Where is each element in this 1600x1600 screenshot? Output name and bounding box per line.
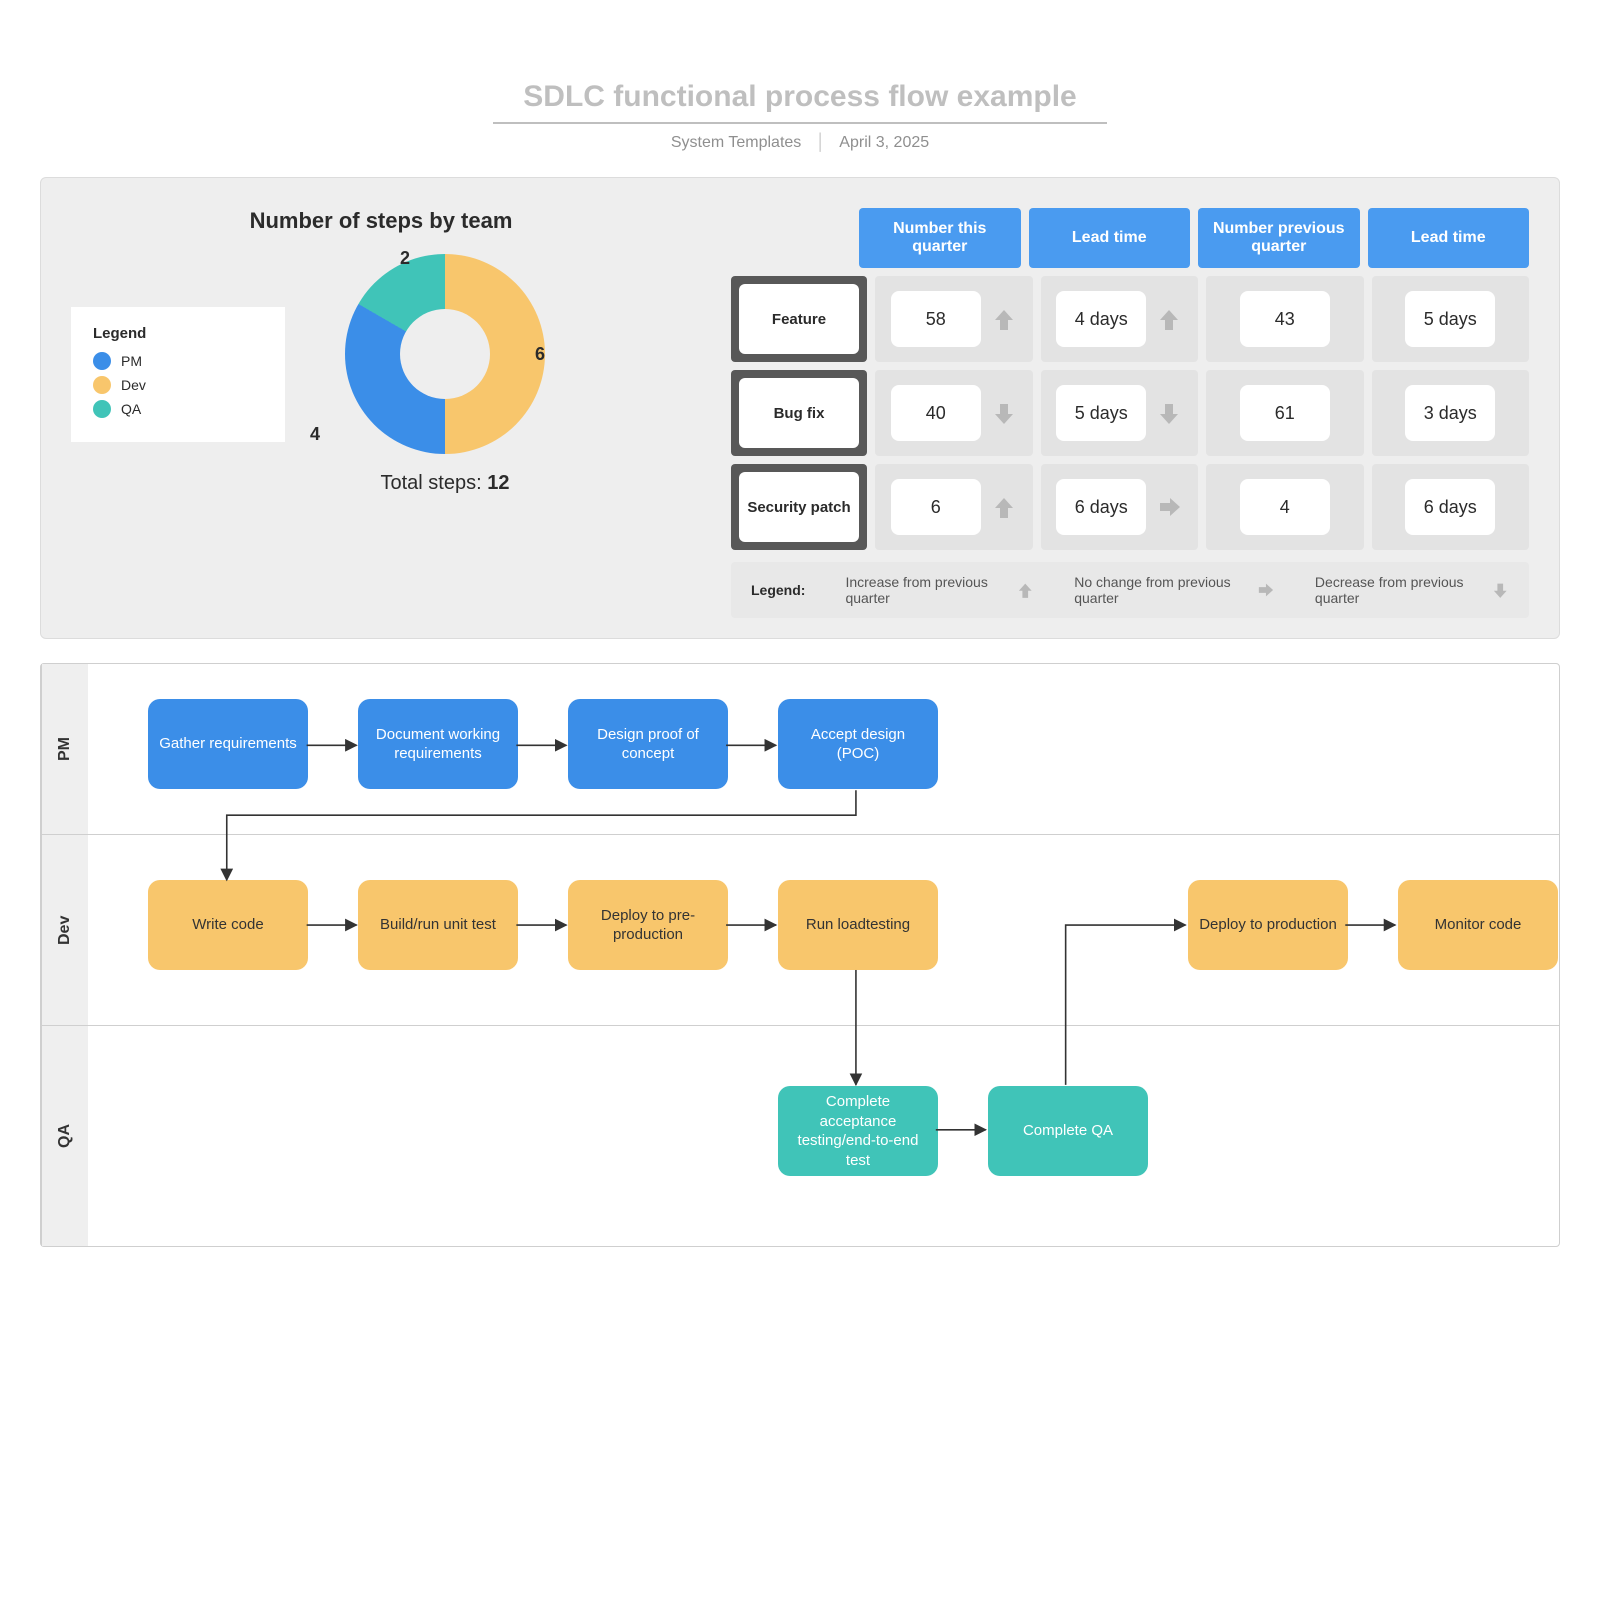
metrics-cell: 58	[875, 276, 1033, 362]
arrow-down-icon	[1156, 400, 1182, 426]
arrow-right-icon	[1256, 579, 1275, 601]
flow-node[interactable]: Design proof of concept	[568, 699, 728, 789]
subtitle-separator: │	[816, 134, 826, 151]
arrow-down-icon	[991, 400, 1017, 426]
metrics-value: 3 days	[1405, 385, 1495, 441]
flow-node[interactable]: Gather requirements	[148, 699, 308, 789]
metrics-rowlabel: Security patch	[739, 472, 859, 542]
metrics-cell: 4	[1206, 464, 1364, 550]
metrics-legend: Legend: Increase from previous quarter N…	[731, 562, 1529, 618]
flow-node[interactable]: Monitor code	[1398, 880, 1558, 970]
legend-swatch	[93, 400, 111, 418]
metrics-value: 43	[1240, 291, 1330, 347]
legend-item: PM	[93, 352, 263, 370]
metrics-value: 4	[1240, 479, 1330, 535]
legend-item: QA	[93, 400, 263, 418]
metrics-header: Number previous quarter	[1198, 208, 1360, 268]
legend-label: QA	[121, 401, 141, 417]
swimlane-diagram: PM Gather requirements Document working r…	[40, 663, 1560, 1247]
flow-node[interactable]: Accept design (POC)	[778, 699, 938, 789]
flow-node[interactable]: Write code	[148, 880, 308, 970]
swimlane-qa: QA Complete acceptance testing/end-to-en…	[41, 1025, 1559, 1246]
donut-section: Number of steps by team Legend PM Dev QA…	[71, 208, 691, 618]
donut-chart: 2 6 4 Total steps: 12	[315, 254, 575, 495]
metrics-value: 5 days	[1405, 291, 1495, 347]
metrics-cell: 6	[875, 464, 1033, 550]
metrics-cell: 6 days	[1372, 464, 1530, 550]
metrics-value: 40	[891, 385, 981, 441]
metrics-legend-item: Decrease from previous quarter	[1315, 574, 1509, 606]
metrics-cell: 40	[875, 370, 1033, 456]
donut-total: Total steps: 12	[315, 472, 575, 495]
metrics-legend-item: Increase from previous quarter	[845, 574, 1034, 606]
legend-item: Dev	[93, 376, 263, 394]
arrow-down-icon	[1491, 579, 1510, 601]
flow-node[interactable]: Run loadtesting	[778, 880, 938, 970]
metrics-value: 61	[1240, 385, 1330, 441]
legend-label: PM	[121, 353, 142, 369]
metrics-legend-item: No change from previous quarter	[1074, 574, 1275, 606]
legend-swatch	[93, 352, 111, 370]
metrics-cell: 5 days	[1041, 370, 1199, 456]
legend-title: Legend	[93, 325, 263, 342]
metrics-cell: 43	[1206, 276, 1364, 362]
donut-title: Number of steps by team	[71, 208, 691, 234]
page-title: SDLC functional process flow example	[493, 80, 1106, 124]
arrow-up-icon	[991, 494, 1017, 520]
flow-node[interactable]: Deploy to production	[1188, 880, 1348, 970]
subtitle-author: System Templates	[671, 134, 801, 151]
metrics-value: 5 days	[1056, 385, 1146, 441]
metrics-rowlabel-wrap: Security patch	[731, 464, 867, 550]
metrics-header: Lead time	[1029, 208, 1191, 268]
title-block: SDLC functional process flow example Sys…	[40, 80, 1560, 152]
donut-value-qa: 2	[400, 248, 410, 269]
subtitle-date: April 3, 2025	[839, 134, 929, 151]
donut-legend: Legend PM Dev QA	[71, 307, 285, 442]
dashboard-panel: Number of steps by team Legend PM Dev QA…	[40, 177, 1560, 639]
flow-node[interactable]: Complete QA	[988, 1086, 1148, 1176]
arrow-right-icon	[1156, 494, 1182, 520]
metrics-row: Feature 58 4 days 43 5 days	[731, 276, 1529, 362]
page-subtitle: System Templates │ April 3, 2025	[40, 134, 1560, 152]
metrics-cell: 61	[1206, 370, 1364, 456]
metrics-cell: 4 days	[1041, 276, 1199, 362]
donut-value-pm: 4	[310, 424, 320, 445]
metrics-value: 6	[891, 479, 981, 535]
lane-label: Dev	[41, 835, 88, 1025]
arrow-up-icon	[1156, 306, 1182, 332]
metrics-value: 6 days	[1056, 479, 1146, 535]
metrics-cell: 5 days	[1372, 276, 1530, 362]
lane-label: PM	[41, 664, 88, 834]
lane-body: Complete acceptance testing/end-to-end t…	[88, 1026, 1559, 1246]
swimlane-dev: Dev Write code Build/run unit test Deploy …	[41, 834, 1559, 1025]
arrow-up-icon	[1016, 579, 1035, 601]
metrics-row: Bug fix 40 5 days 61 3 days	[731, 370, 1529, 456]
metrics-row: Security patch 6 6 days 4 6 days	[731, 464, 1529, 550]
metrics-table: Number this quarter Lead time Number pre…	[731, 208, 1529, 618]
metrics-value: 58	[891, 291, 981, 347]
donut-value-dev: 6	[535, 344, 545, 365]
metrics-rowlabel-wrap: Bug fix	[731, 370, 867, 456]
flow-node[interactable]: Deploy to pre-production	[568, 880, 728, 970]
flow-node[interactable]: Build/run unit test	[358, 880, 518, 970]
legend-label: Dev	[121, 377, 146, 393]
metrics-rowlabel: Feature	[739, 284, 859, 354]
lane-body: Write code Build/run unit test Deploy to p…	[88, 835, 1559, 1055]
metrics-rowlabel-wrap: Feature	[731, 276, 867, 362]
metrics-value: 6 days	[1405, 479, 1495, 535]
metrics-cell: 3 days	[1372, 370, 1530, 456]
metrics-header: Lead time	[1368, 208, 1530, 268]
arrow-up-icon	[991, 306, 1017, 332]
swimlane-pm: PM Gather requirements Document working r…	[41, 664, 1559, 834]
metrics-cell: 6 days	[1041, 464, 1199, 550]
metrics-rowlabel: Bug fix	[739, 378, 859, 448]
metrics-value: 4 days	[1056, 291, 1146, 347]
legend-swatch	[93, 376, 111, 394]
lane-label: QA	[41, 1026, 88, 1246]
flow-node[interactable]: Document working requirements	[358, 699, 518, 789]
metrics-legend-title: Legend:	[751, 582, 805, 598]
metrics-header: Number this quarter	[859, 208, 1021, 268]
flow-node[interactable]: Complete acceptance testing/end-to-end t…	[778, 1086, 938, 1176]
